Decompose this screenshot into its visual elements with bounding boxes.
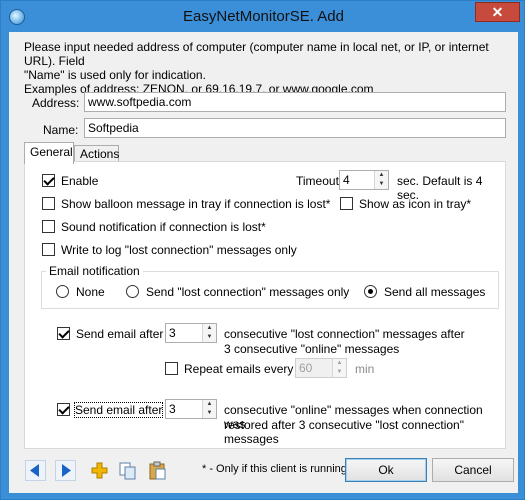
- ok-button[interactable]: Ok: [345, 458, 427, 482]
- radio-lost-only-label[interactable]: Send "lost connection" messages only: [146, 285, 349, 299]
- repeat-emails-checkbox[interactable]: [165, 362, 178, 375]
- arrow-right-icon[interactable]: [55, 460, 76, 481]
- spin-down-icon[interactable]: ▼: [333, 368, 346, 377]
- send-email-online-label[interactable]: Send email after: [73, 402, 164, 418]
- send-email-online-arrows[interactable]: ▲ ▼: [202, 400, 216, 418]
- arrow-left-icon[interactable]: [25, 460, 46, 481]
- tab-general[interactable]: General: [24, 142, 74, 164]
- radio-lost-only[interactable]: [126, 285, 139, 298]
- title-bar[interactable]: EasyNetMonitorSE. Add ✕: [1, 1, 525, 32]
- copy-icon[interactable]: [117, 460, 138, 481]
- send-email-online-spinner[interactable]: 3 ▲ ▼: [165, 399, 217, 419]
- tray-icon-checkbox[interactable]: [340, 197, 353, 210]
- repeat-emails-label[interactable]: Repeat emails every: [184, 362, 293, 376]
- spin-down-icon[interactable]: ▼: [203, 333, 216, 342]
- address-label: Address:: [32, 96, 80, 110]
- radio-all-label[interactable]: Send all messages: [384, 285, 485, 299]
- log-checkbox[interactable]: [42, 243, 55, 256]
- sound-checkbox[interactable]: [42, 220, 55, 233]
- repeat-emails-spinner[interactable]: 60 ▲ ▼: [295, 358, 347, 378]
- name-label: Name:: [43, 123, 79, 137]
- timeout-spinner[interactable]: 4 ▲ ▼: [339, 170, 389, 190]
- repeat-emails-unit: min: [355, 362, 375, 376]
- send-email-online-checkbox[interactable]: [57, 403, 70, 416]
- log-label[interactable]: Write to log "lost connection" messages …: [61, 243, 297, 257]
- radio-none[interactable]: [56, 285, 69, 298]
- timeout-arrows[interactable]: ▲ ▼: [374, 171, 388, 189]
- send-email-lost-text-a: consecutive "lost connection" messages a…: [224, 327, 465, 341]
- spin-up-icon[interactable]: ▲: [375, 171, 388, 180]
- email-group-title: Email notification: [46, 264, 143, 278]
- name-input[interactable]: Softpedia: [84, 118, 506, 138]
- tray-icon-label[interactable]: Show as icon in tray*: [359, 197, 471, 211]
- close-button[interactable]: ✕: [475, 2, 520, 22]
- balloon-label[interactable]: Show balloon message in tray if connecti…: [61, 197, 330, 211]
- send-email-lost-text-b: 3 consecutive "online" messages: [224, 342, 400, 356]
- cancel-button[interactable]: Cancel: [432, 458, 514, 482]
- enable-label[interactable]: Enable: [61, 174, 98, 188]
- spin-up-icon[interactable]: ▲: [203, 324, 216, 333]
- send-email-online-value: 3: [169, 402, 176, 416]
- enable-checkbox[interactable]: [42, 174, 55, 187]
- spin-down-icon[interactable]: ▼: [203, 409, 216, 418]
- add-icon[interactable]: [89, 460, 110, 481]
- send-email-online-text-b: restored after 3 consecutive "lost conne…: [224, 418, 464, 446]
- spin-up-icon[interactable]: ▲: [333, 359, 346, 368]
- send-email-lost-label[interactable]: Send email after: [76, 327, 163, 341]
- intro-line-1: Please input needed address of computer …: [24, 40, 489, 68]
- dialog-body: Please input needed address of computer …: [9, 32, 518, 493]
- repeat-emails-value: 60: [299, 361, 313, 375]
- window-frame: EasyNetMonitorSE. Add ✕ Please input nee…: [0, 0, 525, 500]
- intro-line-2: "Name" is used only for indication.: [24, 68, 206, 82]
- paste-icon[interactable]: [147, 460, 168, 481]
- send-email-lost-checkbox[interactable]: [57, 327, 70, 340]
- intro-text: Please input needed address of computer …: [24, 40, 509, 96]
- send-email-lost-spinner[interactable]: 3 ▲ ▼: [165, 323, 217, 343]
- address-input[interactable]: www.softpedia.com: [84, 92, 506, 112]
- general-tab-panel: Enable Timeout: 4 ▲ ▼ sec. Default is 4 …: [24, 161, 506, 449]
- window-title: EasyNetMonitorSE. Add: [183, 8, 344, 25]
- repeat-emails-arrows[interactable]: ▲ ▼: [332, 359, 346, 377]
- balloon-checkbox[interactable]: [42, 197, 55, 210]
- spin-down-icon[interactable]: ▼: [375, 180, 388, 189]
- radio-none-label[interactable]: None: [76, 285, 105, 299]
- sound-label[interactable]: Sound notification if connection is lost…: [61, 220, 266, 234]
- send-email-lost-arrows[interactable]: ▲ ▼: [202, 324, 216, 342]
- send-email-lost-value: 3: [169, 326, 176, 340]
- spin-up-icon[interactable]: ▲: [203, 400, 216, 409]
- footnote: * - Only if this client is running: [202, 463, 347, 475]
- timeout-value: 4: [343, 173, 350, 187]
- timeout-label: Timeout:: [296, 174, 343, 188]
- email-notification-group: Email notification None Send "lost conne…: [41, 264, 499, 309]
- radio-all[interactable]: [364, 285, 377, 298]
